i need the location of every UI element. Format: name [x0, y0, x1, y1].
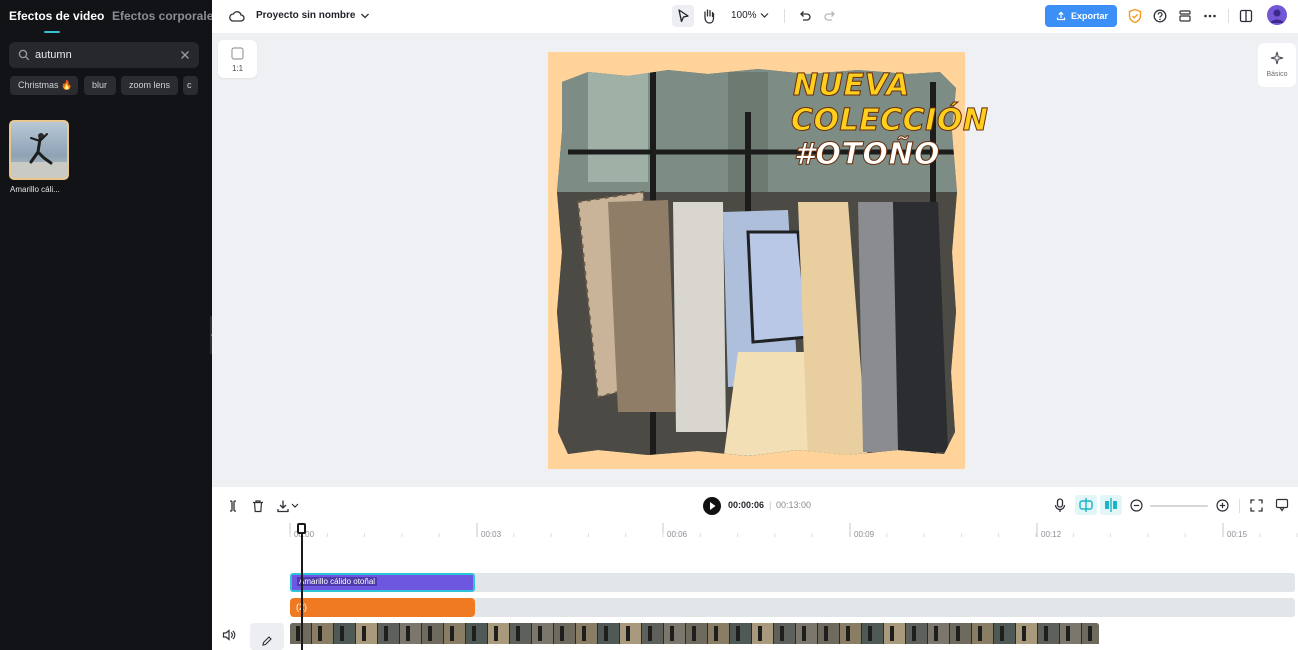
- layout-icon[interactable]: [1239, 9, 1253, 23]
- search-box: [9, 42, 199, 68]
- magnet-link-icon: [1079, 498, 1093, 512]
- cloud-icon[interactable]: [229, 9, 245, 23]
- more-icon[interactable]: [1203, 9, 1217, 23]
- tick-label: 00:12: [1041, 530, 1062, 539]
- undo-icon[interactable]: [798, 9, 812, 23]
- basico-panel-button[interactable]: Básico: [1258, 43, 1296, 87]
- play-button[interactable]: [703, 497, 721, 515]
- help-icon[interactable]: [1153, 9, 1167, 23]
- delete-icon[interactable]: [251, 499, 265, 513]
- feedback-icon[interactable]: [1275, 498, 1289, 512]
- total-time: 00:13:00: [776, 500, 812, 510]
- zoom-level[interactable]: 100%: [731, 10, 757, 21]
- export-icon: [1056, 11, 1066, 21]
- canvas-area: 1:1 NUEVA COLECCIÓN #OTOÑO Básico: [212, 35, 1298, 487]
- auto-snap-toggle[interactable]: [1075, 495, 1097, 515]
- top-bar: Proyecto sin nombre 100% Exportar: [212, 0, 1298, 34]
- chip-christmas[interactable]: Christmas 🔥: [10, 76, 78, 95]
- tick-label: 00:06: [667, 530, 688, 539]
- timeline-zoom-slider[interactable]: [1150, 505, 1208, 507]
- stack-icon[interactable]: [1178, 9, 1192, 23]
- user-icon: [1270, 9, 1284, 23]
- time-ruler[interactable]: 00:00 00:03 00:06 00:09 00:12 00:15: [212, 523, 1298, 539]
- time-separator: |: [769, 500, 772, 510]
- preview-title-line2: COLECCIÓN: [790, 103, 989, 139]
- effect-thumbnail[interactable]: [9, 120, 69, 180]
- effect-clip[interactable]: Amarillo cálido otoñal: [290, 573, 475, 592]
- video-preview[interactable]: NUEVA COLECCIÓN #OTOÑO: [548, 52, 988, 469]
- zoom-chevron-icon[interactable]: [760, 12, 769, 19]
- effect-name: Amarillo cáli...: [10, 185, 60, 194]
- zoom-out-icon[interactable]: [1130, 499, 1143, 512]
- export-label: Exportar: [1071, 11, 1109, 21]
- magic-icon: [1270, 51, 1284, 65]
- volume-icon[interactable]: [222, 629, 236, 641]
- playhead-handle[interactable]: [297, 523, 306, 534]
- timeline-toolbar: 00:00:06 | 00:13:00: [212, 487, 1298, 523]
- microphone-icon[interactable]: [1054, 498, 1066, 513]
- split-icon[interactable]: [226, 499, 240, 513]
- project-name[interactable]: Proyecto sin nombre: [256, 10, 355, 21]
- aspect-ratio-label: 1:1: [231, 64, 244, 73]
- basico-label: Básico: [1266, 71, 1288, 78]
- clear-search-icon[interactable]: [179, 49, 191, 61]
- cover-button[interactable]: [250, 623, 284, 650]
- aspect-ratio-button[interactable]: 1:1: [218, 40, 257, 78]
- edit-icon: [262, 636, 272, 646]
- tab-body-effects[interactable]: Efectos corporales: [112, 9, 220, 23]
- search-input[interactable]: [35, 46, 175, 64]
- pointer-icon: [678, 9, 689, 23]
- chip-blur[interactable]: blur: [84, 76, 116, 95]
- download-icon[interactable]: [276, 499, 290, 513]
- ratio-icon: [231, 47, 244, 60]
- divider: [784, 9, 785, 23]
- effect-clip-label: Amarillo cálido otoñal: [297, 577, 378, 586]
- tab-video-effects[interactable]: Efectos de video: [9, 9, 104, 23]
- zoom-in-icon[interactable]: [1216, 499, 1229, 512]
- playhead-line[interactable]: [301, 524, 303, 650]
- tick-label: 00:03: [481, 530, 502, 539]
- divider: [1239, 499, 1240, 513]
- play-icon: [710, 502, 716, 510]
- avatar[interactable]: [1267, 5, 1287, 25]
- effects-panel: Efectos de video Efectos corporales Chri…: [0, 0, 220, 650]
- chevron-down-icon[interactable]: [360, 12, 370, 20]
- hand-icon[interactable]: [701, 7, 717, 25]
- export-button[interactable]: Exportar: [1045, 5, 1117, 27]
- timeline-panel: 00:00:06 | 00:13:00 00:00 00:03 00:06 00…: [212, 487, 1298, 650]
- preview-title-line1: NUEVA: [793, 68, 910, 104]
- dancer-icon: [11, 133, 67, 178]
- search-icon: [18, 49, 30, 61]
- chip-more[interactable]: c: [183, 76, 198, 95]
- ruler-ticks: [289, 523, 1298, 537]
- active-tab-indicator: [44, 31, 60, 33]
- snap-toggle[interactable]: [1100, 495, 1122, 515]
- fullscreen-icon[interactable]: [1250, 499, 1263, 512]
- divider: [1228, 9, 1229, 23]
- chip-zoom-lens[interactable]: zoom lens: [121, 76, 178, 95]
- shield-icon[interactable]: [1128, 8, 1142, 24]
- redo-icon[interactable]: [823, 9, 837, 23]
- video-filmstrip: [290, 623, 1099, 644]
- video-clip[interactable]: [290, 623, 1099, 644]
- tick-label: 00:09: [854, 530, 875, 539]
- text-clip[interactable]: (2): [290, 598, 475, 617]
- align-icon: [1105, 498, 1117, 512]
- current-time: 00:00:06: [728, 500, 765, 510]
- download-chevron-icon[interactable]: [291, 503, 299, 509]
- preview-title-line3: #OTOÑO: [794, 137, 940, 173]
- tick-label: 00:15: [1227, 530, 1248, 539]
- select-tool-button[interactable]: [672, 5, 694, 27]
